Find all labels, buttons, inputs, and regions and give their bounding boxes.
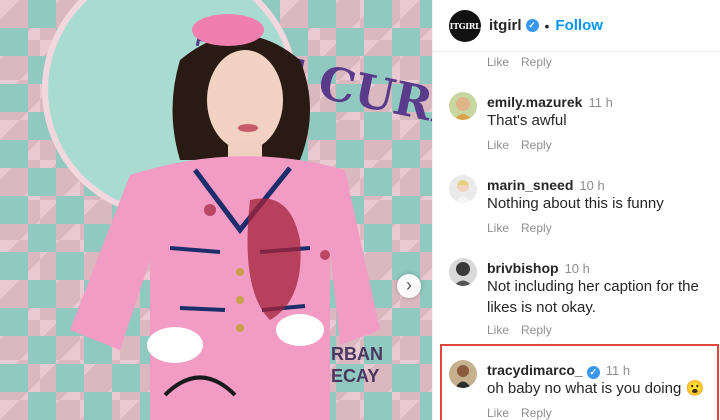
comment-text: Nothing about this is funny xyxy=(487,195,664,212)
comment-actions: Like Reply xyxy=(487,138,564,152)
author-username[interactable]: itgirl xyxy=(489,17,522,34)
commenter-avatar[interactable] xyxy=(449,92,477,120)
reply-button[interactable]: Reply xyxy=(521,221,552,235)
comment-text: Not including her caption for the likes … xyxy=(487,278,699,316)
like-button[interactable]: Like xyxy=(487,323,509,337)
right-glove xyxy=(276,314,324,346)
reply-button[interactable]: Reply xyxy=(521,55,552,69)
photo-illustration: THE CURE URBAN DECAY xyxy=(42,0,432,420)
reply-button[interactable]: Reply xyxy=(521,323,552,337)
follow-button[interactable]: Follow xyxy=(555,17,603,34)
comment-actions: Like Reply xyxy=(487,55,564,69)
comment-actions: Like Reply xyxy=(487,221,564,235)
like-button[interactable]: Like xyxy=(487,221,509,235)
comment-actions: Like Reply xyxy=(487,323,564,337)
face xyxy=(207,50,283,150)
comment-text: That's awful xyxy=(487,112,567,129)
comment-time: 11 h xyxy=(588,95,613,110)
post-header: ITGIRL itgirl ✓ • Follow xyxy=(433,0,720,52)
commenter-username[interactable]: marin_sneed xyxy=(487,177,573,193)
pillbox-hat xyxy=(192,14,264,46)
like-button[interactable]: Like xyxy=(487,138,509,152)
like-button[interactable]: Like xyxy=(487,55,509,69)
commenter-avatar[interactable] xyxy=(449,175,477,203)
left-glove xyxy=(147,327,203,363)
commenter-avatar[interactable] xyxy=(449,258,477,286)
verified-badge-icon: ✓ xyxy=(525,19,539,32)
author-avatar[interactable]: ITGIRL xyxy=(449,9,481,42)
comment-time: 10 h xyxy=(564,261,590,276)
next-photo-button[interactable]: › xyxy=(397,274,421,298)
commenter-username[interactable]: emily.mazurek xyxy=(487,94,582,110)
post-photo: THE CURE URBAN DECAY › xyxy=(0,0,432,420)
highlight-box xyxy=(440,344,719,420)
comment-time: 10 h xyxy=(579,178,605,193)
separator-dot: • xyxy=(544,17,550,34)
reply-button[interactable]: Reply xyxy=(521,138,552,152)
commenter-username[interactable]: brivbishop xyxy=(487,260,559,276)
